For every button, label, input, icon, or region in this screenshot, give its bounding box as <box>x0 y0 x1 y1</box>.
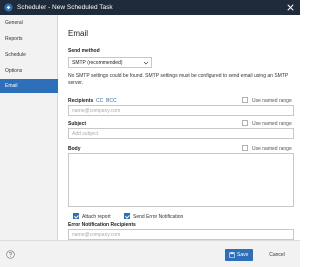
save-icon <box>229 252 235 258</box>
bcc-link[interactable]: BCC <box>106 98 117 104</box>
error-recipients-label: Error Notification Recipients <box>68 222 136 228</box>
close-icon[interactable] <box>285 2 296 13</box>
help-icon[interactable] <box>6 250 15 259</box>
recipients-named-range-checkbox[interactable] <box>242 97 248 103</box>
recipients-placeholder: name@company.com <box>72 108 121 114</box>
subject-input[interactable]: Add subject <box>68 128 294 139</box>
send-error-notification-label: Send Error Notification <box>133 214 184 220</box>
sidebar-item-email[interactable]: Email <box>0 79 58 93</box>
save-button[interactable]: Save <box>225 249 253 261</box>
attach-report-label: Attach report <box>82 214 111 220</box>
window-title: Scheduler - New Scheduled Task <box>17 4 113 11</box>
subject-placeholder: Add subject <box>72 131 99 137</box>
recipients-label: Recipients <box>68 98 94 104</box>
sidebar: General Reports Schedule Options Email <box>0 15 58 240</box>
email-settings-panel: Email Send method SMTP (recommended) No … <box>58 15 300 240</box>
send-error-notification-checkbox[interactable] <box>124 213 130 219</box>
recipients-input[interactable]: name@company.com <box>68 105 294 116</box>
send-method-dropdown[interactable]: SMTP (recommended) <box>68 57 152 68</box>
scheduler-app-icon <box>4 3 13 12</box>
page-title: Email <box>68 29 89 38</box>
error-recipients-input[interactable]: name@company.com <box>68 229 294 240</box>
send-method-label: Send method <box>68 48 100 54</box>
body-named-range-label: Use named range <box>252 146 292 152</box>
title-bar: Scheduler - New Scheduled Task <box>0 0 300 15</box>
cancel-button[interactable]: Cancel <box>262 249 292 261</box>
body-label: Body <box>68 146 81 152</box>
chevron-down-icon <box>143 61 149 65</box>
subject-named-range-label: Use named range <box>252 121 292 127</box>
sidebar-item-reports[interactable]: Reports <box>0 32 58 46</box>
sidebar-item-general[interactable]: General <box>0 16 58 30</box>
cc-link[interactable]: CC <box>96 98 103 104</box>
smtp-warning: No SMTP settings could be found. SMTP se… <box>68 73 289 86</box>
send-method-value: SMTP (recommended) <box>72 60 123 66</box>
sidebar-item-schedule[interactable]: Schedule <box>0 48 58 62</box>
body-textarea[interactable] <box>68 153 294 207</box>
body-named-range-checkbox[interactable] <box>242 145 248 151</box>
subject-label: Subject <box>68 121 87 127</box>
error-recipients-placeholder: name@company.com <box>72 232 121 238</box>
footer: Save Cancel <box>0 240 300 267</box>
sidebar-item-options[interactable]: Options <box>0 64 58 78</box>
recipients-named-range-label: Use named range <box>252 98 292 104</box>
subject-named-range-checkbox[interactable] <box>242 120 248 126</box>
attach-report-checkbox[interactable] <box>73 213 79 219</box>
save-button-label: Save <box>237 252 249 258</box>
